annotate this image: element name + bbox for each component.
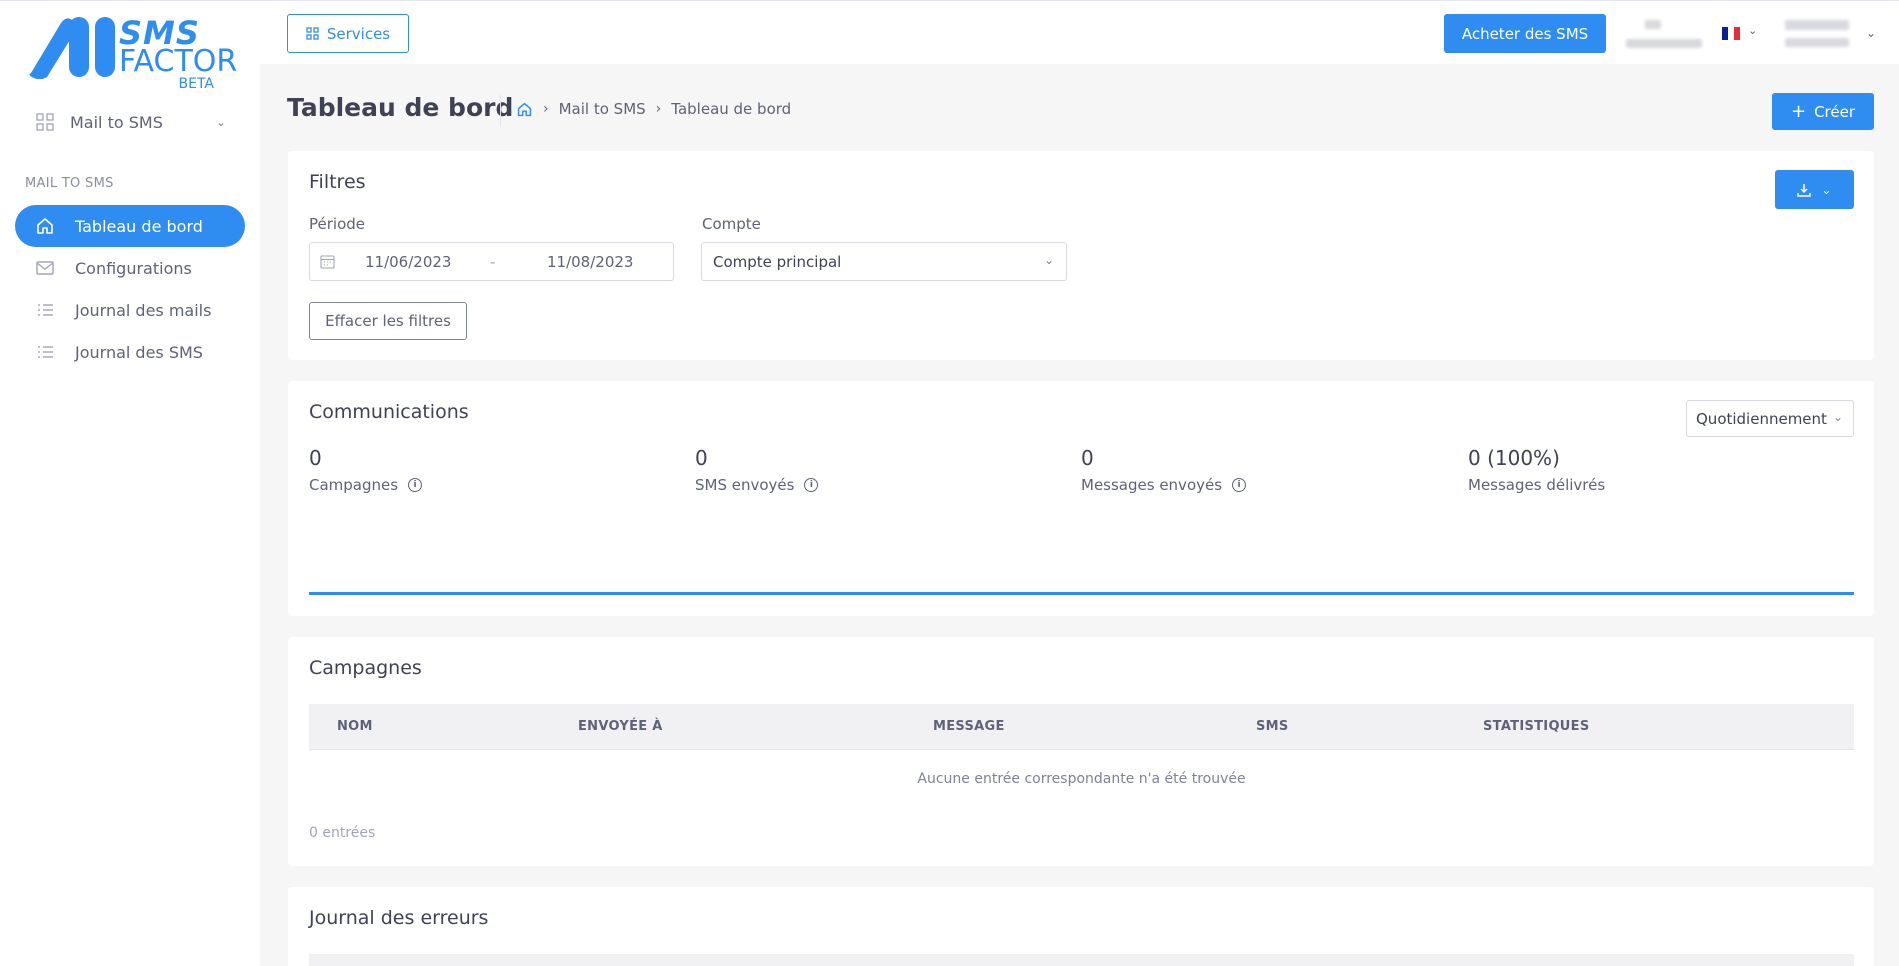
service-switcher[interactable]: Mail to SMS ⌄ <box>36 109 226 135</box>
create-button-label: Créer <box>1814 102 1856 121</box>
communications-chart-line <box>309 592 1854 595</box>
sidebar-nav: Tableau de bord Configurations Journal d… <box>15 205 245 373</box>
logo-mark-icon <box>29 17 115 79</box>
account-balance-redacted <box>1626 39 1702 48</box>
chevron-down-icon[interactable]: ⌄ <box>1866 26 1876 40</box>
brand-beta: BETA <box>178 76 215 92</box>
export-button[interactable]: ⌄ <box>1775 170 1854 209</box>
filters-title: Filtres <box>309 171 366 193</box>
chevron-right-icon: › <box>655 101 662 117</box>
communications-title: Communications <box>309 401 469 423</box>
errors-title: Journal des erreurs <box>309 907 489 929</box>
sidebar-item-sms-log[interactable]: Journal des SMS <box>15 331 245 373</box>
errors-card: Journal des erreurs <box>288 887 1874 966</box>
service-switcher-label: Mail to SMS <box>70 112 163 132</box>
empty-state-text: Aucune entrée correspondante n'a été tro… <box>917 771 1246 787</box>
home-icon <box>35 216 55 236</box>
brand-wordmark: SMS FACTOR BETA <box>119 17 237 91</box>
account-label: Compte <box>702 215 761 233</box>
info-icon[interactable]: i <box>1232 478 1247 492</box>
stat-label: Campagnes <box>309 476 399 494</box>
stat-label: Messages délivrés <box>1468 476 1606 494</box>
grid-icon <box>306 27 319 40</box>
period-select[interactable]: Quotidiennement ⌄ <box>1686 400 1854 437</box>
chevron-down-icon: ⌄ <box>1828 410 1843 424</box>
stat-value: 0 <box>1081 446 1094 470</box>
sidebar-item-configurations[interactable]: Configurations <box>15 247 245 289</box>
chevron-right-icon: › <box>543 101 549 117</box>
info-icon[interactable]: i <box>804 478 819 492</box>
user-email-redacted <box>1785 38 1849 47</box>
campaigns-card: Campagnes NOM ENVOYÉE À MESSAGE SMS STAT… <box>288 637 1874 866</box>
sidebar-item-label: Journal des mails <box>75 300 212 320</box>
column-header[interactable]: ENVOYÉE À <box>578 719 663 734</box>
date-range-input[interactable]: 11/06/2023 - 11/08/2023 <box>309 242 674 281</box>
grid-icon <box>36 113 54 131</box>
date-to[interactable]: 11/08/2023 <box>547 253 633 271</box>
sidebar: SMS FACTOR BETA Mail to SMS ⌄ MAIL TO SM… <box>0 0 260 966</box>
user-name-redacted[interactable] <box>1785 20 1849 30</box>
column-header[interactable]: SMS <box>1256 719 1289 734</box>
services-button[interactable]: Services <box>287 14 409 53</box>
campaigns-table-header: NOM ENVOYÉE À MESSAGE SMS STATISTIQUES <box>309 704 1854 750</box>
sidebar-item-mail-log[interactable]: Journal des mails <box>15 289 245 331</box>
mail-icon <box>35 258 55 278</box>
title-divider <box>500 95 501 127</box>
chevron-down-icon: ⌄ <box>1821 182 1832 197</box>
stat-label: SMS envoyés <box>695 476 795 494</box>
column-header[interactable]: STATISTIQUES <box>1483 719 1590 734</box>
chevron-down-icon: ⌄ <box>1043 253 1054 267</box>
brand-logo[interactable]: SMS FACTOR BETA <box>27 15 237 95</box>
breadcrumb: › Mail to SMS › Tableau de bord <box>516 100 791 118</box>
column-header[interactable]: MESSAGE <box>933 719 1005 734</box>
stat-value: 0 <box>309 446 322 470</box>
stat-value: 0 (100%) <box>1468 446 1560 470</box>
list-icon <box>35 342 55 362</box>
chevron-down-icon: ⌄ <box>215 115 226 129</box>
stat-messages-delivered: 0 (100%) Messages délivrés <box>1468 446 1605 494</box>
buy-sms-button[interactable]: Acheter des SMS <box>1444 14 1606 53</box>
sidebar-item-label: Journal des SMS <box>75 342 203 362</box>
stat-value: 0 <box>695 446 708 470</box>
page-title: Tableau de bord <box>287 93 514 122</box>
chevron-down-icon[interactable]: ⌄ <box>1748 24 1757 37</box>
communications-card: Communications Quotidiennement ⌄ 0 Campa… <box>288 381 1874 616</box>
account-info-redacted[interactable] <box>1645 20 1661 29</box>
brand-line2: FACTOR <box>119 44 238 79</box>
stat-messages-sent: 0 Messages envoyés i <box>1081 446 1247 494</box>
plus-icon: + <box>1790 100 1807 122</box>
campaigns-title: Campagnes <box>309 657 422 679</box>
stat-campaigns: 0 Campagnes i <box>309 446 423 494</box>
sidebar-item-label: Configurations <box>75 258 192 278</box>
account-select[interactable]: Compte principal ⌄ <box>701 242 1067 281</box>
errors-table-header <box>309 954 1854 966</box>
topbar: Services Acheter des SMS ⌄ ⌄ <box>260 0 1899 64</box>
column-header[interactable]: NOM <box>337 719 373 734</box>
account-select-value: Compte principal <box>713 253 842 271</box>
info-icon[interactable]: i <box>408 478 423 492</box>
stat-sms-sent: 0 SMS envoyés i <box>695 446 819 494</box>
breadcrumb-item[interactable]: Mail to SMS <box>559 100 646 118</box>
calendar-icon <box>320 255 335 269</box>
sidebar-section-label: MAIL TO SMS <box>25 176 114 191</box>
filters-card: Filtres ⌄ Période 11/06/2023 - 11/08/202… <box>288 151 1874 360</box>
home-icon[interactable] <box>516 101 533 118</box>
date-separator: - <box>490 253 496 271</box>
period-label: Période <box>309 215 366 233</box>
entries-count: 0 entrées <box>309 825 376 841</box>
sidebar-item-label: Tableau de bord <box>75 216 203 236</box>
date-from[interactable]: 11/06/2023 <box>365 253 451 271</box>
download-icon <box>1797 183 1812 197</box>
breadcrumb-item: Tableau de bord <box>671 100 792 118</box>
fr-flag-icon[interactable] <box>1722 27 1740 40</box>
stat-label: Messages envoyés <box>1081 476 1223 494</box>
services-button-label: Services <box>326 24 391 43</box>
clear-filters-button[interactable]: Effacer les filtres <box>309 302 467 340</box>
create-button[interactable]: + Créer <box>1772 93 1874 130</box>
sidebar-item-dashboard[interactable]: Tableau de bord <box>15 205 245 247</box>
period-select-value: Quotidiennement <box>1696 410 1827 428</box>
list-icon <box>35 300 55 320</box>
